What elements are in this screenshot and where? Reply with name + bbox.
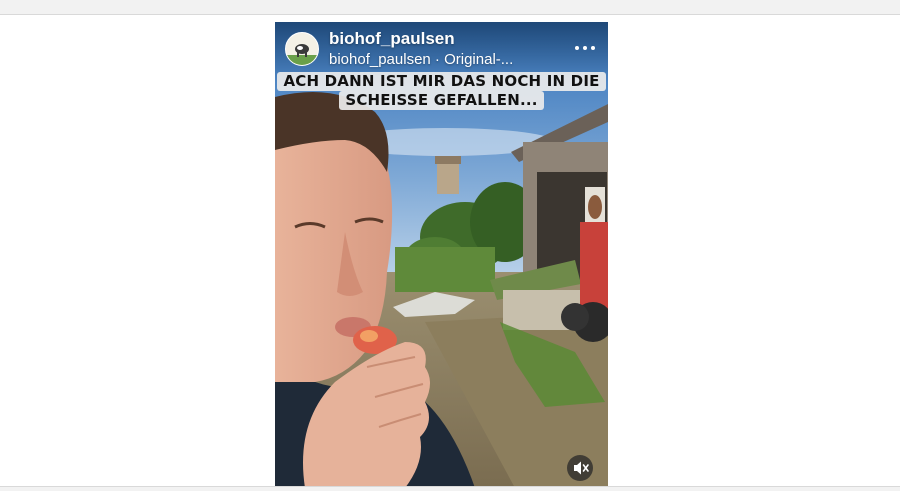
profile-avatar[interactable] xyxy=(285,32,319,66)
more-horizontal-icon xyxy=(583,46,587,50)
video-caption: ACH DANN IST MIR DAS NOCH IN DIE SCHEISS… xyxy=(275,72,608,110)
more-horizontal-icon xyxy=(591,46,595,50)
mute-toggle-button[interactable] xyxy=(567,455,593,481)
more-options-button[interactable] xyxy=(571,36,599,58)
caption-line-2: SCHEISSE GEFALLEN... xyxy=(339,91,544,110)
caption-line-1: ACH DANN IST MIR DAS NOCH IN DIE xyxy=(277,72,606,91)
speaker-muted-icon xyxy=(574,461,589,475)
browser-bottom-bar xyxy=(0,486,900,491)
more-horizontal-icon xyxy=(575,46,579,50)
reel-video-player[interactable]: biohof_paulsen biohof_paulsen · Original… xyxy=(275,22,608,488)
avatar-cow-logo xyxy=(286,33,318,65)
audio-subtitle[interactable]: biohof_paulsen · Original-... xyxy=(329,51,513,69)
profile-username[interactable]: biohof_paulsen xyxy=(329,29,455,49)
browser-top-bar xyxy=(0,0,900,15)
